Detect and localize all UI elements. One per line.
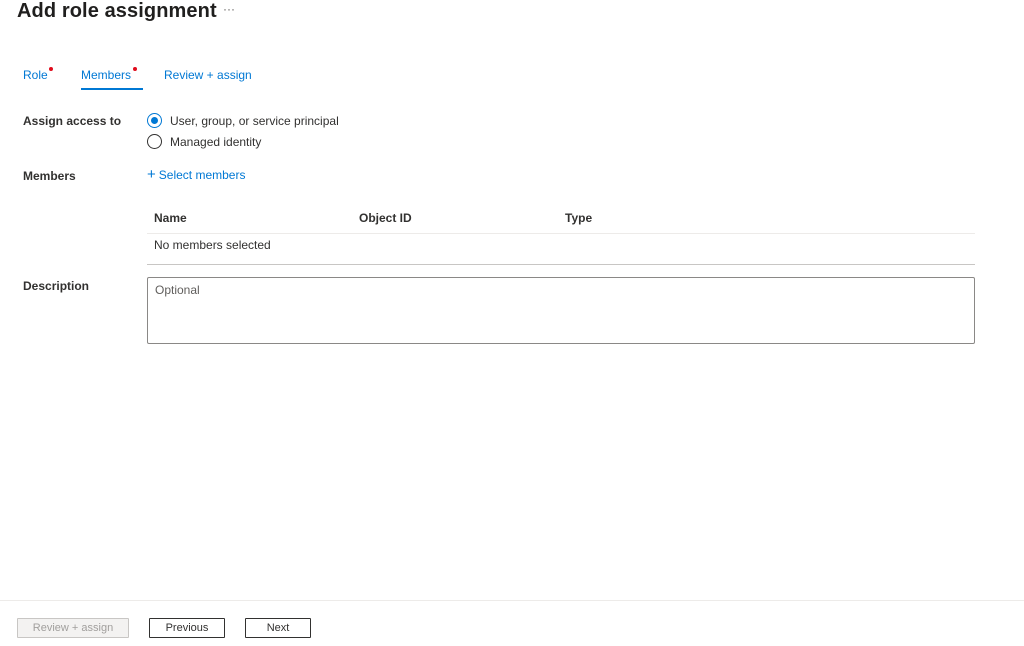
active-tab-underline xyxy=(81,88,143,90)
required-indicator-icon xyxy=(133,67,137,71)
select-members-link[interactable]: + Select members xyxy=(147,166,246,183)
tab-review-assign-label: Review + assign xyxy=(164,68,252,82)
required-indicator-icon xyxy=(49,67,53,71)
tab-role-label: Role xyxy=(23,68,48,82)
tab-role[interactable]: Role xyxy=(23,67,53,90)
previous-button[interactable]: Previous xyxy=(149,618,225,638)
radio-unchecked-icon[interactable] xyxy=(147,134,162,149)
description-label: Description xyxy=(23,279,90,293)
assign-access-label: Assign access to xyxy=(23,114,122,128)
table-bottom-divider xyxy=(147,264,975,265)
radio-user-group-label: User, group, or service principal xyxy=(170,113,339,128)
radio-user-group-service-principal[interactable]: User, group, or service principal xyxy=(147,113,339,128)
add-role-assignment-page: Add role assignment ··· Role Members Rev… xyxy=(0,0,1024,646)
tab-members[interactable]: Members xyxy=(81,67,137,90)
radio-managed-identity[interactable]: Managed identity xyxy=(147,134,261,149)
table-header-divider xyxy=(147,233,975,234)
review-assign-button[interactable]: Review + assign xyxy=(17,618,129,638)
description-textarea[interactable] xyxy=(147,277,975,344)
column-header-type: Type xyxy=(565,211,593,225)
column-header-object-id: Object ID xyxy=(359,211,412,225)
more-options-icon[interactable]: ··· xyxy=(223,2,235,16)
tab-review-assign[interactable]: Review + assign xyxy=(164,68,252,90)
plus-icon: + xyxy=(147,166,156,183)
empty-state-text: No members selected xyxy=(154,238,271,252)
column-header-name: Name xyxy=(154,211,187,225)
page-title: Add role assignment xyxy=(17,0,217,22)
footer-divider xyxy=(0,600,1024,601)
radio-managed-identity-label: Managed identity xyxy=(170,134,262,149)
radio-checked-icon[interactable] xyxy=(147,113,162,128)
select-members-text: Select members xyxy=(158,168,246,182)
tab-members-label: Members xyxy=(81,68,132,82)
next-button[interactable]: Next xyxy=(245,618,311,638)
members-label: Members xyxy=(23,169,76,183)
